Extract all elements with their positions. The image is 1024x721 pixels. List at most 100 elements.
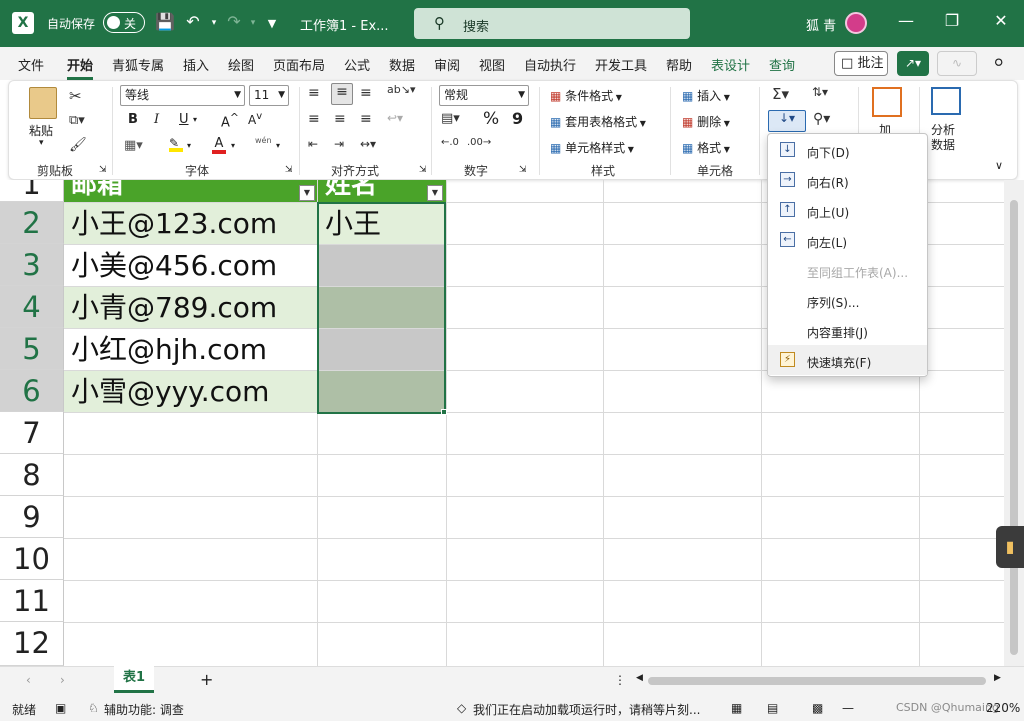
increase-font-icon[interactable]: A^	[221, 111, 239, 130]
clipboard-launcher-icon[interactable]: ⇲	[99, 165, 107, 175]
save-icon[interactable]: 💾	[155, 12, 175, 31]
filter-dropdown-icon[interactable]: ▼	[427, 185, 443, 201]
search-box[interactable]: ⚲ 搜索	[414, 8, 690, 39]
sheet-tab-1[interactable]: 表1	[114, 666, 154, 693]
accessibility-icon[interactable]: ♘	[88, 701, 99, 715]
orientation-icon[interactable]: ab↘▾	[387, 83, 415, 96]
decrease-font-icon[interactable]: Av	[248, 111, 262, 127]
number-launcher-icon[interactable]: ⇲	[519, 165, 527, 175]
table-cell[interactable]	[318, 245, 445, 286]
copilot-button[interactable]: ∿	[937, 51, 977, 76]
tab-home[interactable]: 开始	[67, 55, 94, 80]
align-right-icon[interactable]: ≡	[360, 111, 372, 127]
close-icon[interactable]: ✕	[991, 11, 1011, 30]
cell-style-button[interactable]: ▦ 单元格样式 ▼	[550, 139, 634, 156]
align-center-icon[interactable]: ≡	[334, 111, 346, 127]
align-top-icon[interactable]: ≡	[308, 85, 320, 101]
underline-dropdown-icon[interactable]: ▾	[193, 115, 197, 124]
undo-dropdown-icon[interactable]: ▾	[204, 18, 224, 28]
menu-item-fill-up[interactable]: ↑ 向上(U)	[768, 195, 927, 225]
fill-color-icon[interactable]: ✎	[169, 136, 183, 152]
menu-item-series[interactable]: 序列(S)...	[768, 285, 927, 315]
ribbon-collapse-icon[interactable]: ∨	[995, 159, 1003, 172]
tab-table-design[interactable]: 表设计	[711, 55, 750, 74]
add-sheet-icon[interactable]: +	[200, 670, 213, 689]
format-cells-button[interactable]: ▦ 格式 ▼	[682, 139, 730, 156]
phonetic-icon[interactable]: wén	[255, 136, 272, 145]
row-header-12[interactable]: 12	[0, 622, 64, 666]
menu-item-fill-right[interactable]: → 向右(R)	[768, 165, 927, 195]
redo-icon[interactable]: ↷	[224, 12, 244, 31]
table-format-button[interactable]: ▦ 套用表格格式 ▼	[550, 113, 646, 130]
font-launcher-icon[interactable]: ⇲	[285, 165, 293, 175]
table-cell[interactable]: 小雪@yyy.com	[64, 371, 317, 412]
person-search-icon[interactable]: ⚪	[992, 53, 1005, 72]
sort-filter-icon[interactable]: ⇅▾	[812, 85, 828, 99]
align-left-icon[interactable]: ≡	[308, 111, 320, 127]
increase-decimal-icon[interactable]: ←.0	[441, 137, 459, 148]
decrease-indent-icon[interactable]: ⇤	[308, 137, 318, 151]
underline-icon[interactable]: U	[179, 112, 189, 127]
tab-automate[interactable]: 自动执行	[524, 55, 576, 74]
scrollbar-thumb[interactable]	[1010, 200, 1018, 655]
fill-button[interactable]: ↓▾	[768, 110, 806, 132]
tab-data[interactable]: 数据	[389, 55, 415, 74]
number-format-select[interactable]: 常规 ▼	[439, 85, 529, 106]
paste-icon[interactable]	[29, 87, 57, 119]
analyze-data-icon[interactable]	[931, 87, 961, 115]
font-name-select[interactable]: 等线 ▼	[120, 85, 245, 106]
phonetic-dropdown-icon[interactable]: ▾	[276, 141, 280, 150]
menu-item-flash-fill[interactable]: ⚡ 快速填充(F)	[768, 345, 927, 375]
row-header-10[interactable]: 10	[0, 538, 64, 580]
tab-qinghu[interactable]: 青狐专属	[112, 55, 164, 74]
macro-record-icon[interactable]: ▣	[55, 701, 66, 715]
row-header-5[interactable]: 5	[0, 328, 64, 370]
scroll-right-icon[interactable]: ▶	[994, 673, 1001, 683]
decrease-decimal-icon[interactable]: .00→	[467, 137, 491, 148]
scroll-left-icon[interactable]: ◀	[636, 673, 643, 683]
tab-insert[interactable]: 插入	[183, 55, 209, 74]
vertical-scrollbar[interactable]	[1004, 180, 1024, 666]
table-cell[interactable]: 小美@456.com	[64, 245, 317, 286]
table-cell[interactable]	[318, 371, 445, 412]
menu-item-justify[interactable]: 内容重排(J)	[768, 315, 927, 345]
side-panel-tab[interactable]: ▮	[996, 526, 1024, 568]
italic-icon[interactable]: I	[154, 112, 159, 127]
table-cell[interactable]: 小王@123.com	[64, 203, 317, 244]
tab-review[interactable]: 审阅	[434, 55, 460, 74]
redo-dropdown-icon[interactable]: ▾	[243, 18, 263, 28]
wrap-text-icon[interactable]: ↩▾	[387, 111, 403, 125]
menu-item-fill-down[interactable]: ↓ 向下(D)	[768, 135, 927, 165]
tab-draw[interactable]: 绘图	[228, 55, 254, 74]
row-header-1[interactable]: 1	[0, 180, 64, 202]
comment-button[interactable]: □ 批注	[834, 51, 888, 76]
table-cell[interactable]	[318, 329, 445, 370]
comma-icon[interactable]: 9	[512, 109, 523, 128]
undo-icon[interactable]: ↶	[183, 12, 203, 31]
addins-icon[interactable]	[872, 87, 902, 117]
more-icon[interactable]: ⋮	[614, 673, 626, 687]
table-cell[interactable]: 小红@hjh.com	[64, 329, 317, 370]
page-break-view-icon[interactable]: ▩	[812, 701, 823, 715]
percent-icon[interactable]: %	[483, 109, 499, 129]
paste-label[interactable]: 粘贴	[29, 122, 53, 139]
table-cell[interactable]: 小王	[318, 203, 445, 244]
user-name[interactable]: 狐 青	[806, 15, 836, 34]
restore-icon[interactable]: ❐	[942, 11, 962, 30]
tab-query[interactable]: 查询	[769, 55, 795, 74]
page-layout-view-icon[interactable]: ▤	[767, 701, 778, 715]
bold-icon[interactable]: B	[128, 112, 138, 127]
merge-center-icon[interactable]: ↔▾	[360, 137, 376, 151]
row-header-3[interactable]: 3	[0, 244, 64, 286]
share-button[interactable]: ↗▾	[897, 51, 929, 76]
format-painter-icon[interactable]: 🖌	[69, 137, 87, 153]
insert-cells-button[interactable]: ▦ 插入 ▼	[682, 87, 730, 104]
row-header-6[interactable]: 6	[0, 370, 64, 412]
next-sheet-icon[interactable]: ›	[60, 673, 65, 687]
table-cell[interactable]	[318, 287, 445, 328]
accessibility-status[interactable]: 辅助功能: 调查	[104, 701, 184, 718]
fill-color-dropdown-icon[interactable]: ▾	[187, 141, 191, 150]
paste-dropdown-icon[interactable]: ▾	[39, 138, 44, 148]
tab-page-layout[interactable]: 页面布局	[273, 55, 325, 74]
table-cell[interactable]: 小青@789.com	[64, 287, 317, 328]
